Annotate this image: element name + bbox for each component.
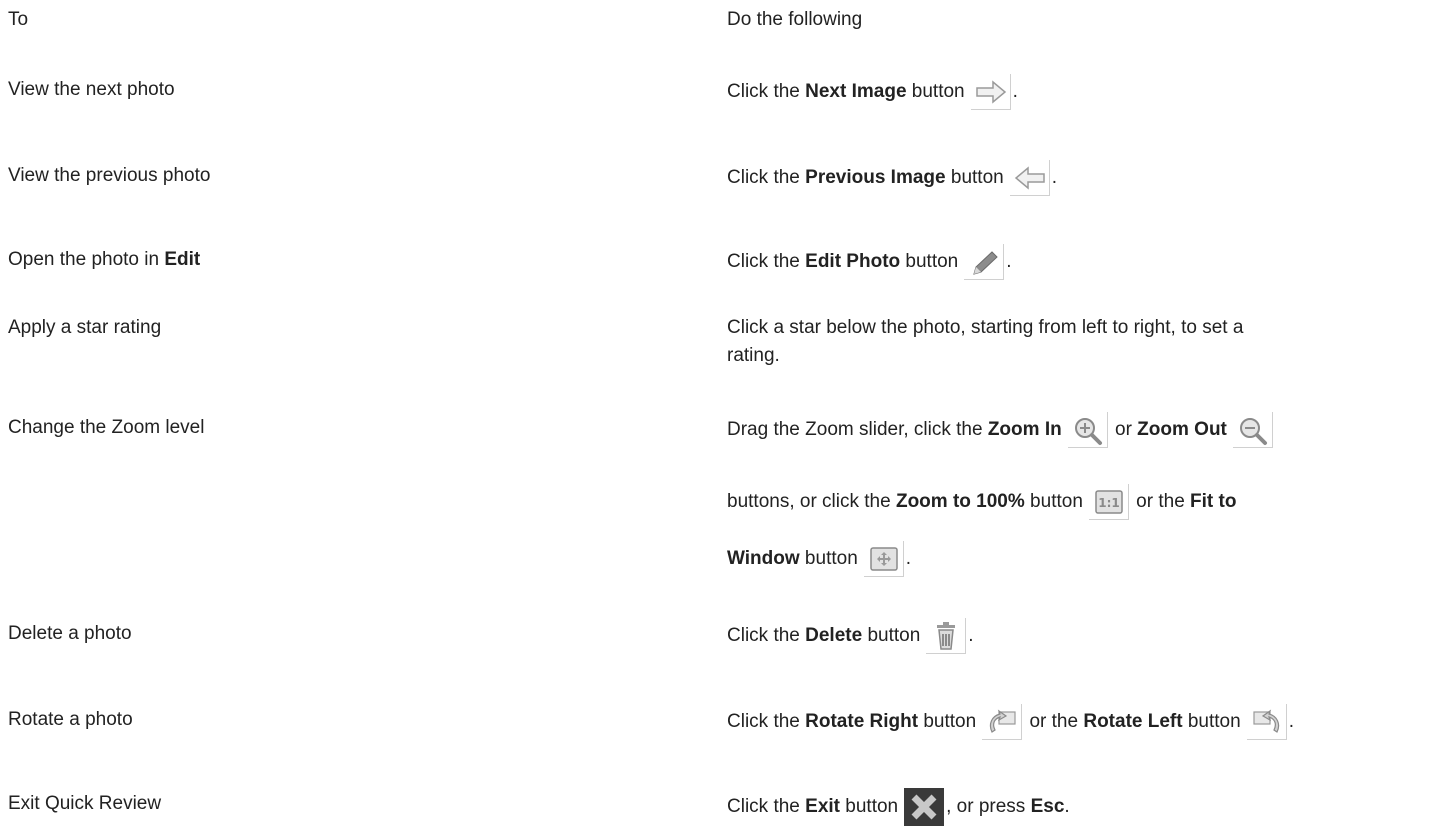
row-exit-task: Exit Quick Review [8,793,162,814]
rotate-left-label: Rotate Left [1083,711,1183,733]
zoom-in-label: Zoom In [987,419,1062,441]
edit-photo-label: Edit Photo [805,251,901,273]
row-zoom-task: Change the Zoom level [8,417,205,438]
row-rotate-action: Click the Rotate Right button or the Rot… [727,704,1294,740]
fit-to-label: Fit to [1190,491,1237,513]
row-zoom-action-line1: Drag the Zoom slider, click the Zoom In … [727,412,1275,448]
row-edit-photo-action: Click the Edit Photo button. [727,244,1012,280]
row-star-rating-action-line1: Click a star below the photo, starting f… [727,317,1244,338]
next-image-label: Next Image [805,81,907,103]
delete-label: Delete [805,625,863,647]
pencil-icon [964,244,1005,280]
header-to: To [8,9,29,30]
esc-key-label: Esc [1030,796,1065,818]
row-next-photo-action: Click the Next Image button. [727,74,1018,110]
row-zoom-action-line2: buttons, or click the Zoom to 100% butto… [727,484,1236,520]
row-rotate-task: Rotate a photo [8,709,133,730]
row-star-rating-task: Apply a star rating [8,317,162,338]
header-do-the-following: Do the following [727,9,863,30]
close-icon [904,788,945,826]
row-previous-photo-task: View the previous photo [8,165,211,186]
zoom-in-icon [1067,412,1108,448]
svg-text:1:1: 1:1 [1098,496,1120,510]
row-next-photo-task: View the next photo [8,79,175,100]
edit-workspace-label: Edit [164,249,201,270]
trash-icon [926,618,967,654]
row-delete-task: Delete a photo [8,623,132,644]
zoom-out-label: Zoom Out [1137,419,1227,441]
row-delete-action: Click the Delete button. [727,618,974,654]
exit-label: Exit [805,796,840,818]
rotate-right-icon [982,704,1023,740]
zoom-100-label: Zoom to 100% [895,491,1025,513]
zoom-out-icon [1232,412,1273,448]
previous-image-label: Previous Image [805,167,946,189]
row-star-rating-action-line2: rating. [727,345,780,366]
rotate-left-icon [1246,704,1287,740]
fit-to-window-icon [863,541,904,577]
row-exit-action: Click the Exit button, or press Esc. [727,788,1070,826]
zoom-to-100-icon: 1:1 [1088,484,1129,520]
row-previous-photo-action: Click the Previous Image button. [727,160,1057,196]
window-label: Window [727,548,800,570]
row-zoom-action-line3: Window button. [727,541,911,577]
next-image-icon [970,74,1011,110]
rotate-right-label: Rotate Right [805,711,919,733]
previous-image-icon [1009,160,1050,196]
row-edit-photo-task: Open the photo in Edit [8,249,201,270]
